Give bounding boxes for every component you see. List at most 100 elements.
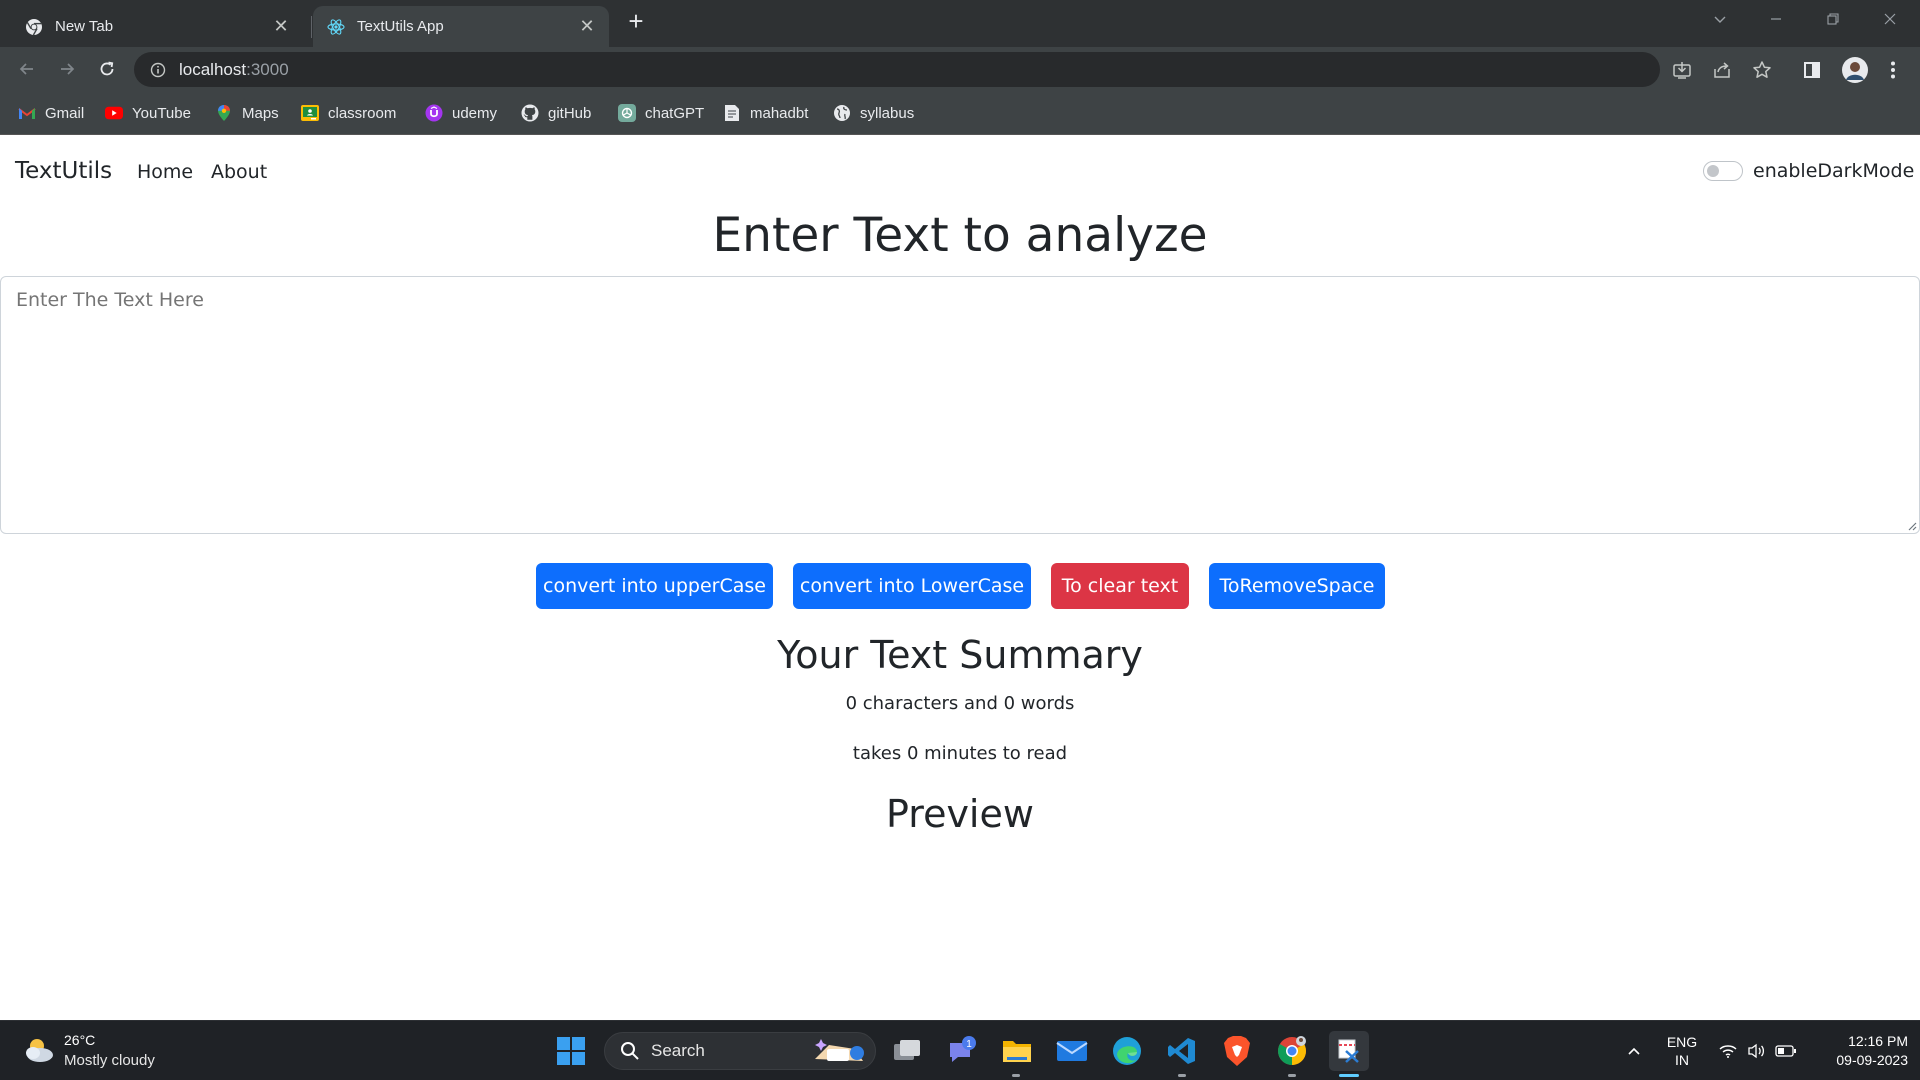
github-icon [521,104,539,122]
snipping-tool-icon[interactable] [1329,1031,1369,1071]
share-icon[interactable] [1711,59,1733,81]
weather-temperature: 26°C [64,1032,96,1048]
url-text: localhost:3000 [179,60,289,80]
bookmark-gmail[interactable]: Gmail [18,102,84,124]
dark-mode-toggle[interactable] [1703,161,1743,181]
file-explorer-icon[interactable] [999,1033,1035,1069]
url-host: localhost [179,59,247,79]
summary-heading: Your Text Summary [777,633,1143,677]
page-content: TextUtils Home About enableDarkMode Ente… [0,136,1920,1020]
nav-link-home[interactable]: Home [137,161,193,183]
nav-link-about[interactable]: About [211,161,267,183]
task-view-icon[interactable] [889,1033,925,1069]
preview-heading: Preview [886,792,1034,836]
udemy-icon [425,104,443,122]
running-indicator [1288,1074,1296,1077]
lowercase-button[interactable]: convert into LowerCase [793,563,1031,609]
tab-divider [311,16,312,38]
bookmark-maps[interactable]: Maps [215,102,279,124]
clear-text-button[interactable]: To clear text [1051,563,1189,609]
minimize-icon[interactable] [1748,0,1804,38]
forward-icon[interactable] [53,55,81,83]
dark-mode-label: enableDarkMode [1753,160,1915,182]
react-icon [327,18,345,36]
running-indicator [1178,1074,1186,1077]
show-hidden-icons-chevron-icon[interactable] [1619,1021,1649,1080]
running-indicator [1012,1074,1020,1077]
language-primary: ENG [1666,1034,1698,1050]
side-panel-icon[interactable] [1801,59,1823,81]
bookmark-github[interactable]: gitHub [521,102,591,124]
bookmark-chatgpt[interactable]: chatGPT [618,102,704,124]
bookmark-label: Maps [242,104,279,122]
chrome-icon [25,18,43,36]
language-secondary: IN [1675,1052,1689,1068]
toggle-knob [1707,165,1719,177]
restore-icon[interactable] [1805,0,1861,38]
wifi-icon[interactable] [1716,1021,1740,1080]
active-app-indicator [1339,1074,1359,1077]
tab-search-chevron-icon[interactable] [1692,0,1748,38]
bookmark-star-icon[interactable] [1751,59,1773,81]
language-indicator[interactable]: ENG IN [1662,1021,1702,1080]
tab-title: TextUtils App [357,18,444,35]
bookmark-label: syllabus [860,104,915,122]
navbar-brand[interactable]: TextUtils [15,158,112,184]
text-input-area[interactable] [0,276,1920,534]
bookmark-mahadbt[interactable]: mahadbt [723,102,808,124]
remove-space-button[interactable]: ToRemoveSpace [1209,563,1385,609]
menu-kebab-icon[interactable] [1882,59,1904,81]
youtube-icon [105,104,123,122]
volume-icon[interactable] [1745,1021,1769,1080]
back-icon[interactable] [13,55,41,83]
start-windows-icon[interactable] [553,1033,589,1069]
tab-textutils-app[interactable]: TextUtils App ✕ [313,6,609,47]
bookmark-label: gitHub [548,104,592,122]
search-icon [619,1040,641,1062]
bookmark-syllabus[interactable]: syllabus [833,102,914,124]
tab-title: New Tab [55,18,114,35]
close-window-icon[interactable] [1862,0,1918,38]
clock-date: 09-09-2023 [1836,1052,1908,1068]
globe-icon [833,104,851,122]
address-bar[interactable]: localhost:3000 [134,52,1660,87]
site-info-icon[interactable] [148,60,168,80]
taskbar-search[interactable]: Search [604,1032,876,1070]
bookmark-youtube[interactable]: YouTube [105,102,191,124]
bookmark-udemy[interactable]: udemy [425,102,497,124]
reload-icon[interactable] [93,55,121,83]
resize-grip-icon[interactable] [1905,519,1917,531]
tab-new-tab[interactable]: New Tab ✕ [13,6,303,47]
chatgpt-icon [618,104,636,122]
bookmark-label: mahadbt [750,104,809,122]
brave-browser-icon[interactable] [1219,1033,1255,1069]
teams-chat-icon[interactable]: 1 [944,1033,980,1069]
gmail-icon [18,104,36,122]
profile-avatar[interactable] [1840,55,1870,85]
cloudy-weather-icon [26,1039,53,1062]
browser-tab-strip: New Tab ✕ TextUtils App ✕ + [0,0,1920,47]
bookmark-label: chatGPT [645,104,705,122]
chat-badge-count: 1 [966,1039,972,1050]
windows-taskbar: 26°C Mostly cloudy Search 1 ENG IN 12:16… [0,1020,1920,1080]
close-tab-icon[interactable]: ✕ [269,15,293,39]
uppercase-button[interactable]: convert into upperCase [536,563,773,609]
maps-pin-icon [215,104,233,122]
classroom-icon [301,104,319,122]
search-label: Search [651,1041,705,1060]
vscode-icon[interactable] [1164,1033,1200,1069]
battery-icon[interactable] [1774,1021,1798,1080]
install-app-icon[interactable] [1671,59,1693,81]
chrome-taskbar-icon[interactable] [1274,1033,1310,1069]
new-tab-button[interactable]: + [623,8,649,35]
edge-browser-icon[interactable] [1109,1033,1145,1069]
weather-description: Mostly cloudy [64,1052,155,1069]
summary-counts: 0 characters and 0 words [845,693,1075,714]
clock-time: 12:16 PM [1848,1033,1908,1049]
bookmark-label: YouTube [132,104,191,122]
close-tab-icon[interactable]: ✕ [575,15,599,39]
clock[interactable]: 12:16 PM 09-09-2023 [1812,1021,1908,1080]
browser-toolbar: localhost:3000 [0,47,1920,92]
mail-icon[interactable] [1054,1033,1090,1069]
bookmark-classroom[interactable]: classroom [301,102,396,124]
